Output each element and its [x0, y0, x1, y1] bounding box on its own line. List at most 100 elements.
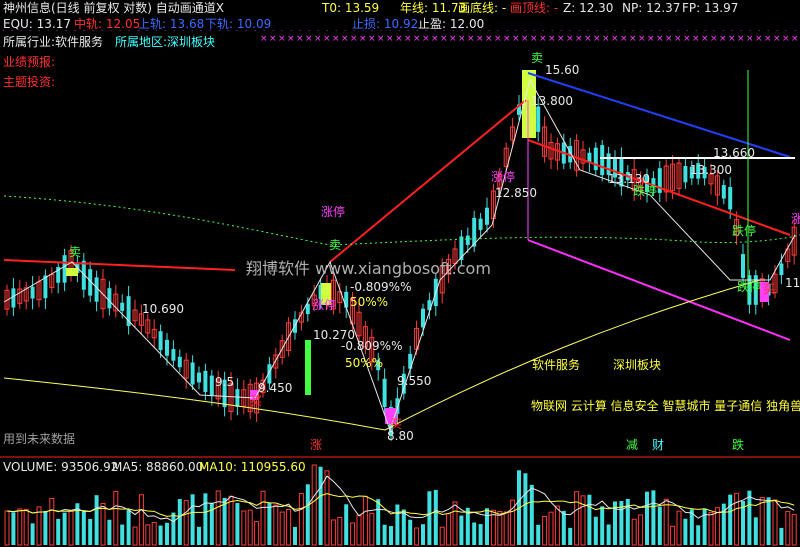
header-line1-item: 画顶线: -: [510, 1, 559, 15]
volume-bar-up: [337, 516, 343, 546]
x-marker: ×: [395, 34, 403, 44]
header-line1-item: NP: 12.37: [622, 1, 681, 15]
candle-body-down: [158, 331, 163, 351]
x-marker: ×: [341, 34, 349, 44]
x-marker: ×: [512, 34, 520, 44]
volume-bar-down: [165, 522, 169, 545]
chart-annotation: 软件服务: [532, 358, 581, 372]
x-marker: ×: [287, 34, 295, 44]
x-marker: ·: [317, 27, 319, 35]
chart-annotation: 买: [763, 282, 776, 296]
candle-body-down: [485, 207, 489, 225]
volume-bar-up: [183, 500, 189, 546]
header-line2-item: 止盈: 12.00: [418, 17, 485, 31]
volume-bar-up: [439, 526, 445, 546]
volume-bar-down: [587, 494, 592, 545]
candle-body-down: [593, 147, 598, 171]
candle-body-down: [197, 372, 201, 383]
volume-header-item: VOLUME: 93506.92: [3, 460, 119, 474]
x-marker: ·: [497, 27, 499, 35]
x-marker: ×: [728, 34, 736, 44]
x-marker: ·: [731, 27, 733, 35]
x-marker: ·: [677, 27, 679, 35]
volume-header-item: MA10: 110955.60: [199, 460, 306, 474]
x-marker: ×: [683, 34, 691, 44]
volume-bar-up: [580, 495, 586, 546]
volume-bar-down: [696, 525, 701, 545]
x-marker: ·: [299, 27, 301, 35]
header-line1-item: T0: 13.59: [322, 1, 380, 15]
x-marker: ×: [737, 34, 745, 44]
volume-bar-up: [631, 518, 637, 546]
volume-bar-up: [254, 521, 260, 546]
x-marker: ·: [758, 27, 760, 35]
volume-bar-up: [260, 490, 266, 546]
volume-bar-up: [68, 510, 74, 546]
volume-bar-up: [542, 515, 548, 546]
volume-bar-down: [30, 523, 35, 545]
candle-body-down: [683, 165, 688, 183]
chart-annotation: 买: [250, 394, 263, 408]
x-marker: ×: [665, 34, 673, 44]
volume-bar-up: [446, 513, 452, 546]
x-marker: ·: [524, 27, 526, 35]
volume-bar-up: [311, 464, 317, 546]
x-marker: ·: [722, 27, 724, 35]
chart-annotation: 9.5: [215, 375, 235, 389]
header-line1-item: FP: 13.97: [682, 1, 739, 15]
x-marker: ·: [281, 27, 283, 35]
volume-header-item: MA5: 88860.00: [112, 460, 204, 474]
x-marker: ×: [350, 34, 358, 44]
x-marker: ×: [458, 34, 466, 44]
volume-bar-up: [17, 508, 23, 546]
candle-body-down: [344, 291, 349, 308]
volume-bar-down: [56, 518, 61, 545]
x-marker: ×: [359, 34, 367, 44]
volume-bar-down: [645, 491, 649, 545]
candle-body-down: [11, 288, 16, 308]
chart-annotation: 13.800: [531, 94, 573, 108]
candle-body-down: [465, 235, 470, 245]
chart-annotation: 50%%: [345, 356, 384, 370]
candle-body-down: [203, 370, 208, 393]
x-marker: ×: [656, 34, 664, 44]
volume-bar-up: [490, 509, 496, 546]
volume-bar-up: [554, 505, 560, 546]
volume-bar-down: [126, 510, 131, 545]
candle-body-down: [741, 254, 745, 278]
volume-bar-up: [548, 511, 554, 546]
x-marker: ·: [578, 27, 580, 35]
candle-body-down: [728, 186, 733, 210]
x-marker: ×: [260, 34, 268, 44]
chart-annotation: 涨停: [491, 170, 516, 184]
x-marker: ×: [539, 34, 547, 44]
chart-annotation: 跌停: [732, 224, 757, 238]
x-marker: ×: [764, 34, 772, 44]
x-marker: ·: [686, 27, 688, 35]
volume-bar-down: [459, 515, 464, 545]
x-marker: ·: [335, 27, 337, 35]
volume-bar-down: [203, 493, 208, 545]
chart-annotation: 跌停: [633, 184, 658, 198]
x-marker: ×: [440, 34, 448, 44]
volume-bar-down: [651, 490, 656, 545]
x-marker: ×: [701, 34, 709, 44]
header-line2-item: 下轨: 10.09: [205, 17, 272, 31]
x-marker: ·: [344, 27, 346, 35]
event-marker: 跌: [732, 438, 745, 452]
volume-bar-down: [43, 510, 48, 545]
x-marker: ·: [515, 27, 517, 35]
x-marker: ×: [791, 34, 799, 44]
volume-bar-up: [228, 495, 234, 546]
volume-bar-up: [298, 493, 304, 546]
volume-bar-up: [145, 524, 151, 546]
chart-annotation: 50%%: [350, 295, 389, 309]
volume-bar-up: [452, 501, 458, 546]
x-marker: ·: [533, 27, 535, 35]
volume-bar-down: [485, 508, 489, 545]
x-marker: ×: [719, 34, 727, 44]
x-marker: ×: [305, 34, 313, 44]
chart-annotation: 卖: [531, 51, 544, 65]
volume-bar-down: [376, 499, 381, 545]
theme-investment-label: 主题投资:: [3, 75, 56, 89]
